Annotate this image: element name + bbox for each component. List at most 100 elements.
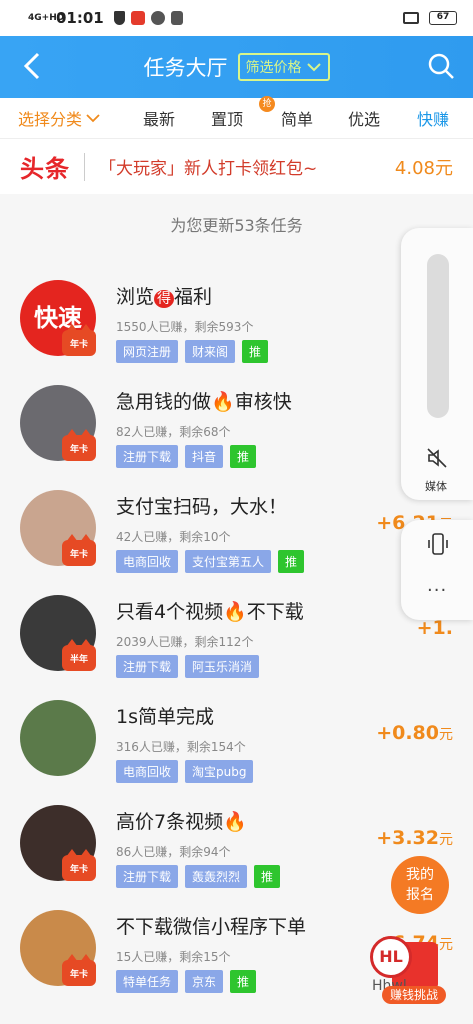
tab-latest[interactable]: 最新	[143, 106, 211, 130]
fire-icon: 🔥	[223, 811, 247, 833]
network-indicator: 4G+HD	[28, 12, 65, 23]
task-title: 1s简单完成	[116, 702, 214, 729]
task-tags: 电商回收 淘宝pubg	[116, 760, 254, 783]
media-label: 媒体	[425, 480, 447, 493]
task-tag: 支付宝第五人	[185, 550, 272, 573]
hot-badge: 抢	[259, 96, 275, 112]
task-tag: 电商回收	[116, 760, 179, 783]
task-title: 只看4个视频🔥不下载	[116, 597, 304, 624]
task-reward: +3.32元	[376, 827, 453, 849]
task-stats: 1550人已赚，剩余593个	[116, 320, 254, 334]
task-title-text: 不下载	[246, 601, 304, 623]
headline-text: 「大玩家」新人打卡领红包~	[99, 159, 318, 179]
task-stats: 316人已赚，剩余154个	[116, 740, 246, 754]
tab-label: 选择分类	[18, 110, 83, 129]
tab-simple[interactable]: 简单	[281, 106, 348, 130]
quick-panel: ···	[401, 520, 473, 620]
task-tag: 注册下载	[116, 445, 179, 468]
task-tags: 电商回收 支付宝第五人推	[116, 550, 305, 573]
task-tag: 轰轰烈烈	[185, 865, 248, 888]
task-tag: 淘宝pubg	[185, 760, 254, 783]
headline-logo: 头条	[20, 155, 70, 183]
wechat-icon	[150, 11, 165, 25]
task-stats: 82人已赚，剩余68个	[116, 425, 231, 439]
challenge-label: 赚钱挑战	[382, 986, 446, 1004]
fire-icon: 🔥	[223, 601, 247, 623]
crown-badge: 年卡	[62, 954, 96, 986]
reward-amount: +0.80	[376, 722, 439, 744]
vibrate-icon[interactable]	[427, 532, 449, 556]
mute-icon[interactable]	[425, 446, 449, 470]
volume-slider[interactable]	[427, 254, 449, 418]
tab-quick-earn[interactable]: 快赚	[417, 106, 449, 130]
reward-unit: 元	[439, 727, 453, 743]
task-stats: 2039人已赚，剩余112个	[116, 635, 254, 649]
avatar: 年卡	[20, 490, 96, 566]
shield-icon	[113, 11, 125, 25]
task-title-text: 1s简单完成	[116, 706, 214, 728]
search-button[interactable]	[427, 52, 455, 80]
reward-amount: +3.32	[376, 827, 439, 849]
task-tag: 电商回收	[116, 550, 179, 573]
task-tag: 网页注册	[116, 340, 179, 363]
divider	[84, 152, 85, 181]
task-tag: 财来阁	[185, 340, 236, 363]
reward-unit: 元	[439, 937, 453, 953]
watermark-logo: HL	[370, 936, 412, 978]
reward-amount: +1.	[416, 617, 453, 639]
tab-label: 置顶	[211, 110, 244, 129]
book-icon	[170, 11, 183, 25]
task-title-text: 浏览	[116, 286, 155, 308]
app-header: 任务大厅 筛选价格	[0, 36, 473, 98]
my-signup-button[interactable]: 我的 报名	[391, 856, 449, 914]
task-row[interactable]: 1s简单完成 316人已赚，剩余154个电商回收 淘宝pubg +0.80元	[0, 682, 473, 787]
task-title-text: 福利	[174, 286, 213, 308]
crown-badge: 年卡	[62, 849, 96, 881]
vibrate-icon	[403, 12, 419, 24]
chevron-left-icon	[23, 52, 40, 80]
avatar: 快速 年卡	[20, 280, 96, 356]
task-title: 不下载微信小程序下单	[116, 912, 306, 939]
headline-banner[interactable]: 头条 「大玩家」新人打卡领红包~ 4.08元	[0, 138, 473, 194]
update-notice: 为您更新53条任务	[170, 216, 303, 235]
app-notification-icon	[130, 11, 145, 25]
fire-icon: 🔥	[211, 391, 235, 413]
notification-icons	[113, 11, 183, 25]
more-icon[interactable]: ···	[427, 580, 447, 601]
chevron-down-icon	[306, 63, 321, 72]
task-title-text: 不下载微信小程序下单	[116, 916, 307, 938]
task-title-text: 审核快	[234, 391, 292, 413]
crown-badge: 年卡	[62, 324, 96, 356]
avatar: 年卡	[20, 910, 96, 986]
recommend-badge: 推	[230, 970, 257, 993]
tab-pinned[interactable]: 置顶 抢	[211, 96, 281, 130]
avatar: 年卡	[20, 805, 96, 881]
avatar: 年卡	[20, 385, 96, 461]
my-signup-line2: 报名	[406, 887, 434, 903]
task-reward: +0.80元	[376, 722, 453, 744]
task-title: 急用钱的做🔥审核快	[116, 387, 292, 414]
earn-badge: 得	[154, 290, 175, 308]
task-tags: 特单任务 京东推	[116, 970, 257, 993]
task-tags: 注册下载 轰轰烈烈推	[116, 865, 281, 888]
avatar: 半年	[20, 595, 96, 671]
task-stats: 42人已赚，剩余10个	[116, 530, 231, 544]
task-tags: 网页注册 财来阁推	[116, 340, 269, 363]
back-button[interactable]	[18, 50, 50, 82]
reward-unit: 元	[439, 832, 453, 848]
tab-premium[interactable]: 优选	[348, 106, 417, 130]
task-tags: 注册下载 抖音推	[116, 445, 257, 468]
task-stats: 86人已赚，剩余94个	[116, 845, 231, 859]
crown-badge: 年卡	[62, 534, 96, 566]
task-title: 浏览得福利	[116, 282, 212, 309]
task-title-text: 高价7条视频	[116, 811, 224, 833]
task-tag: 注册下载	[116, 655, 179, 678]
filter-price-button[interactable]: 筛选价格	[237, 53, 330, 81]
task-tag: 抖音	[185, 445, 224, 468]
crown-badge: 年卡	[62, 429, 96, 461]
tab-select-category[interactable]: 选择分类	[18, 106, 143, 130]
task-title-text: 支付宝扫码，大水！	[116, 496, 288, 518]
avatar	[20, 700, 96, 776]
earn-challenge-button[interactable]: HL Hhwl 赚钱挑战	[370, 936, 446, 1004]
task-tag: 注册下载	[116, 865, 179, 888]
